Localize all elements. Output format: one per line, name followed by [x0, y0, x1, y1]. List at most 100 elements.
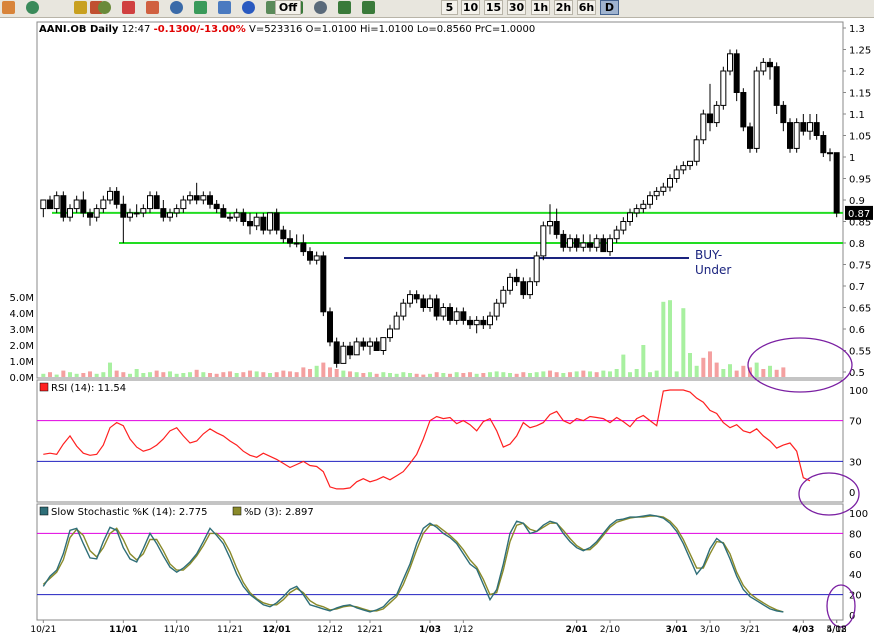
volume-bar: [74, 373, 79, 377]
toolbar-btn-2h[interactable]: 2h: [554, 0, 573, 15]
volume-bar: [148, 372, 152, 377]
stoch-panel: [36, 503, 844, 621]
candle-body: [640, 203, 647, 210]
volume-bar: [188, 372, 192, 377]
candle-body: [613, 229, 620, 240]
price-header: AANI.OB Daily 12:47 -0.1300/-13.00% V=52…: [39, 24, 535, 35]
volume-bar: [141, 373, 146, 377]
volume-bar: [208, 373, 212, 377]
volume-bar: [241, 372, 246, 377]
toolbar-btn-6h[interactable]: 6h: [577, 0, 596, 15]
toolbar-btn-1h[interactable]: 1h: [531, 0, 550, 15]
candle-body: [680, 165, 687, 171]
candle-body: [40, 199, 47, 210]
volume-bar: [554, 372, 559, 377]
candle-body: [387, 328, 393, 339]
toolbar-btn-5[interactable]: 5: [441, 0, 458, 15]
volume-bar: [121, 372, 126, 377]
candle-body: [833, 152, 840, 214]
candle-body: [747, 126, 753, 149]
toolbar-btn-d[interactable]: D: [600, 0, 619, 15]
candle-body: [420, 298, 427, 308]
volume-bar: [334, 369, 339, 377]
candle-body: [473, 319, 480, 326]
rsi-panel: [36, 379, 844, 503]
candle-body: [540, 225, 547, 257]
volume-bar: [528, 373, 532, 377]
fullscreen-icon[interactable]: [146, 1, 159, 14]
candle-body: [820, 135, 827, 154]
volume-bar: [308, 369, 312, 377]
toolbar-btn-10[interactable]: 10: [461, 0, 480, 15]
candle-body: [307, 251, 313, 261]
volume-bar: [734, 370, 739, 377]
candle-body: [707, 113, 713, 124]
volume-bar: [574, 371, 579, 377]
volume-bar: [301, 367, 306, 377]
toolbar-btn-off[interactable]: Off: [275, 0, 301, 15]
volume-bar: [274, 372, 279, 377]
volume-bar: [101, 372, 106, 377]
candle-body: [267, 212, 273, 231]
volume-bar: [774, 369, 779, 377]
chart-icon[interactable]: [26, 1, 39, 14]
price-tick-label: 1.2: [849, 67, 865, 78]
volume-bar: [674, 371, 679, 377]
price-tick-label: 0.6: [849, 325, 865, 336]
stoch-d-title: %D (3): 2.897: [244, 507, 314, 518]
candle-body: [460, 311, 467, 321]
volume-bar: [234, 373, 239, 377]
volume-bar: [581, 370, 586, 377]
stoch-d-legend-swatch: [232, 506, 242, 516]
volume-bar: [421, 374, 426, 377]
rsi-tick-label: 100: [849, 386, 868, 397]
price-tick-label: 1.3: [849, 24, 865, 35]
candle-body: [493, 302, 500, 317]
candle-body: [187, 195, 193, 201]
volume-bar: [521, 372, 526, 377]
candle-body: [320, 255, 327, 313]
volume-bar: [641, 345, 646, 377]
candle-body: [153, 195, 160, 210]
grid-icon[interactable]: [98, 1, 111, 14]
volume-bar: [474, 373, 479, 377]
toolbar-btn-30[interactable]: 30: [507, 0, 526, 15]
stoch-tick-label: 60: [849, 550, 862, 561]
stoch-k-title: Slow Stochastic %K (14): 2.775: [51, 507, 207, 518]
zoom-in-icon[interactable]: [338, 1, 351, 14]
bar-style-icon[interactable]: [314, 1, 327, 14]
home-icon[interactable]: [218, 1, 231, 14]
candle-body: [193, 195, 200, 201]
volume-bar: [168, 371, 172, 377]
x-tick-label: 1/03: [419, 625, 441, 633]
buy-annotation-line2: Under: [695, 263, 731, 277]
toolbar-btn-15[interactable]: 15: [484, 0, 503, 15]
zoom-out-icon[interactable]: [362, 1, 375, 14]
price-tick-label: 1.15: [849, 89, 871, 100]
candle-body: [520, 281, 527, 296]
volume-tick-label: 4.0M: [9, 309, 34, 320]
candle-body: [693, 139, 700, 162]
add-icon[interactable]: [194, 1, 207, 14]
candle-body: [200, 195, 207, 201]
volume-bar: [68, 372, 72, 377]
candle-body: [600, 238, 607, 253]
candle-body: [287, 238, 293, 244]
volume-bar: [741, 365, 746, 377]
pencil-icon[interactable]: [2, 1, 15, 14]
volume-bar: [514, 373, 519, 377]
candle-body: [233, 212, 240, 218]
circle-icon[interactable]: [74, 1, 87, 14]
comment-icon[interactable]: [170, 1, 183, 14]
x-tick-label: 3/10: [700, 625, 720, 633]
refresh-icon[interactable]: [242, 1, 255, 14]
volume-tick-label: 3.0M: [9, 325, 34, 336]
price-tick-label: 1.05: [849, 132, 871, 143]
target-icon[interactable]: [122, 1, 135, 14]
x-tick-label: 11/01: [109, 625, 137, 633]
candle-body: [800, 122, 807, 132]
volume-bar: [261, 372, 266, 377]
volume-bar: [434, 372, 439, 377]
volume-bar: [648, 372, 652, 377]
candle-body: [273, 212, 280, 231]
